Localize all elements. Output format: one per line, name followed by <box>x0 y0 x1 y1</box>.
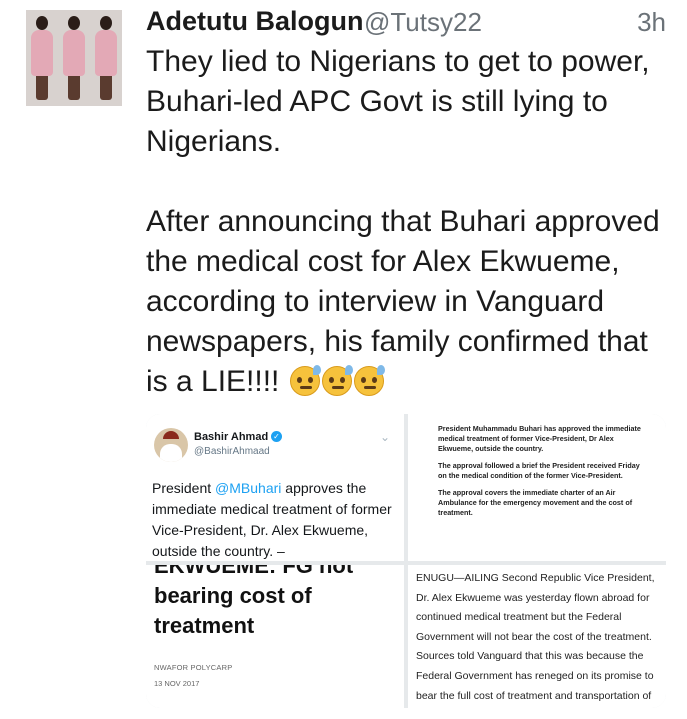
embedded-tweet-text: President @MBuhari approves the immediat… <box>152 478 392 561</box>
media-image-statement[interactable]: President Muhammadu Buhari has approved … <box>408 414 666 561</box>
avatar-figure <box>92 16 120 104</box>
mention-link: @MBuhari <box>215 480 282 496</box>
embedded-avatar <box>154 428 188 462</box>
tweet-header: Adetutu Balogun @Tutsy22 3h <box>146 6 666 40</box>
tweet-paragraph-1: They lied to Nigerians to get to power, … <box>146 45 650 158</box>
sweat-face-icon <box>353 365 385 396</box>
statement-paragraph-2: The approval followed a brief the Presid… <box>438 461 640 480</box>
embedded-author-name: Bashir Ahmad <box>194 431 269 443</box>
avatar-figure <box>60 16 88 104</box>
headline-partial: EKWUEME: FG not <box>154 565 354 578</box>
embedded-text-prefix: President <box>152 480 216 496</box>
tweet-text: They lied to Nigerians to get to power, … <box>146 42 676 402</box>
statement-paragraph-3: The approval covers the immediate charte… <box>438 488 633 517</box>
sweat-face-icon <box>289 365 321 396</box>
media-image-headline[interactable]: EKWUEME: FG not bearing cost of treatmen… <box>146 565 404 708</box>
tweet-paragraph-2: After announcing that Buhari approved th… <box>146 202 676 402</box>
article-date: 13 NOV 2017 <box>154 679 200 688</box>
chevron-down-icon: ⌄ <box>379 430 390 444</box>
article-headline: EKWUEME: FG not bearing cost of treatmen… <box>154 565 394 641</box>
embedded-author-handle: @BashirAhmaad <box>194 446 270 457</box>
tweet-time[interactable]: 3h <box>637 7 666 38</box>
verified-icon: ✓ <box>271 431 282 442</box>
author-name[interactable]: Adetutu Balogun <box>146 6 363 37</box>
media-image-embedded-tweet[interactable]: Bashir Ahmad ✓ @BashirAhmaad ⌄ President… <box>146 414 404 561</box>
media-grid: Bashir Ahmad ✓ @BashirAhmaad ⌄ President… <box>146 414 666 708</box>
media-image-article[interactable]: ENUGU—AILING Second Republic Vice Presid… <box>408 565 666 708</box>
avatar[interactable] <box>26 10 122 106</box>
article-byline: NWAFOR POLYCARP <box>154 663 233 672</box>
sweat-face-icon <box>321 365 353 396</box>
statement-paragraph-1: President Muhammadu Buhari has approved … <box>438 424 641 453</box>
tweet-paragraph-2-text: After announcing that Buhari approved th… <box>146 205 660 398</box>
avatar-figure <box>28 16 56 104</box>
headline-rest: bearing cost of treatment <box>154 583 312 638</box>
article-body: ENUGU—AILING Second Republic Vice Presid… <box>416 572 655 702</box>
author-handle[interactable]: @Tutsy22 <box>364 7 482 38</box>
statement-document: President Muhammadu Buhari has approved … <box>438 424 650 525</box>
